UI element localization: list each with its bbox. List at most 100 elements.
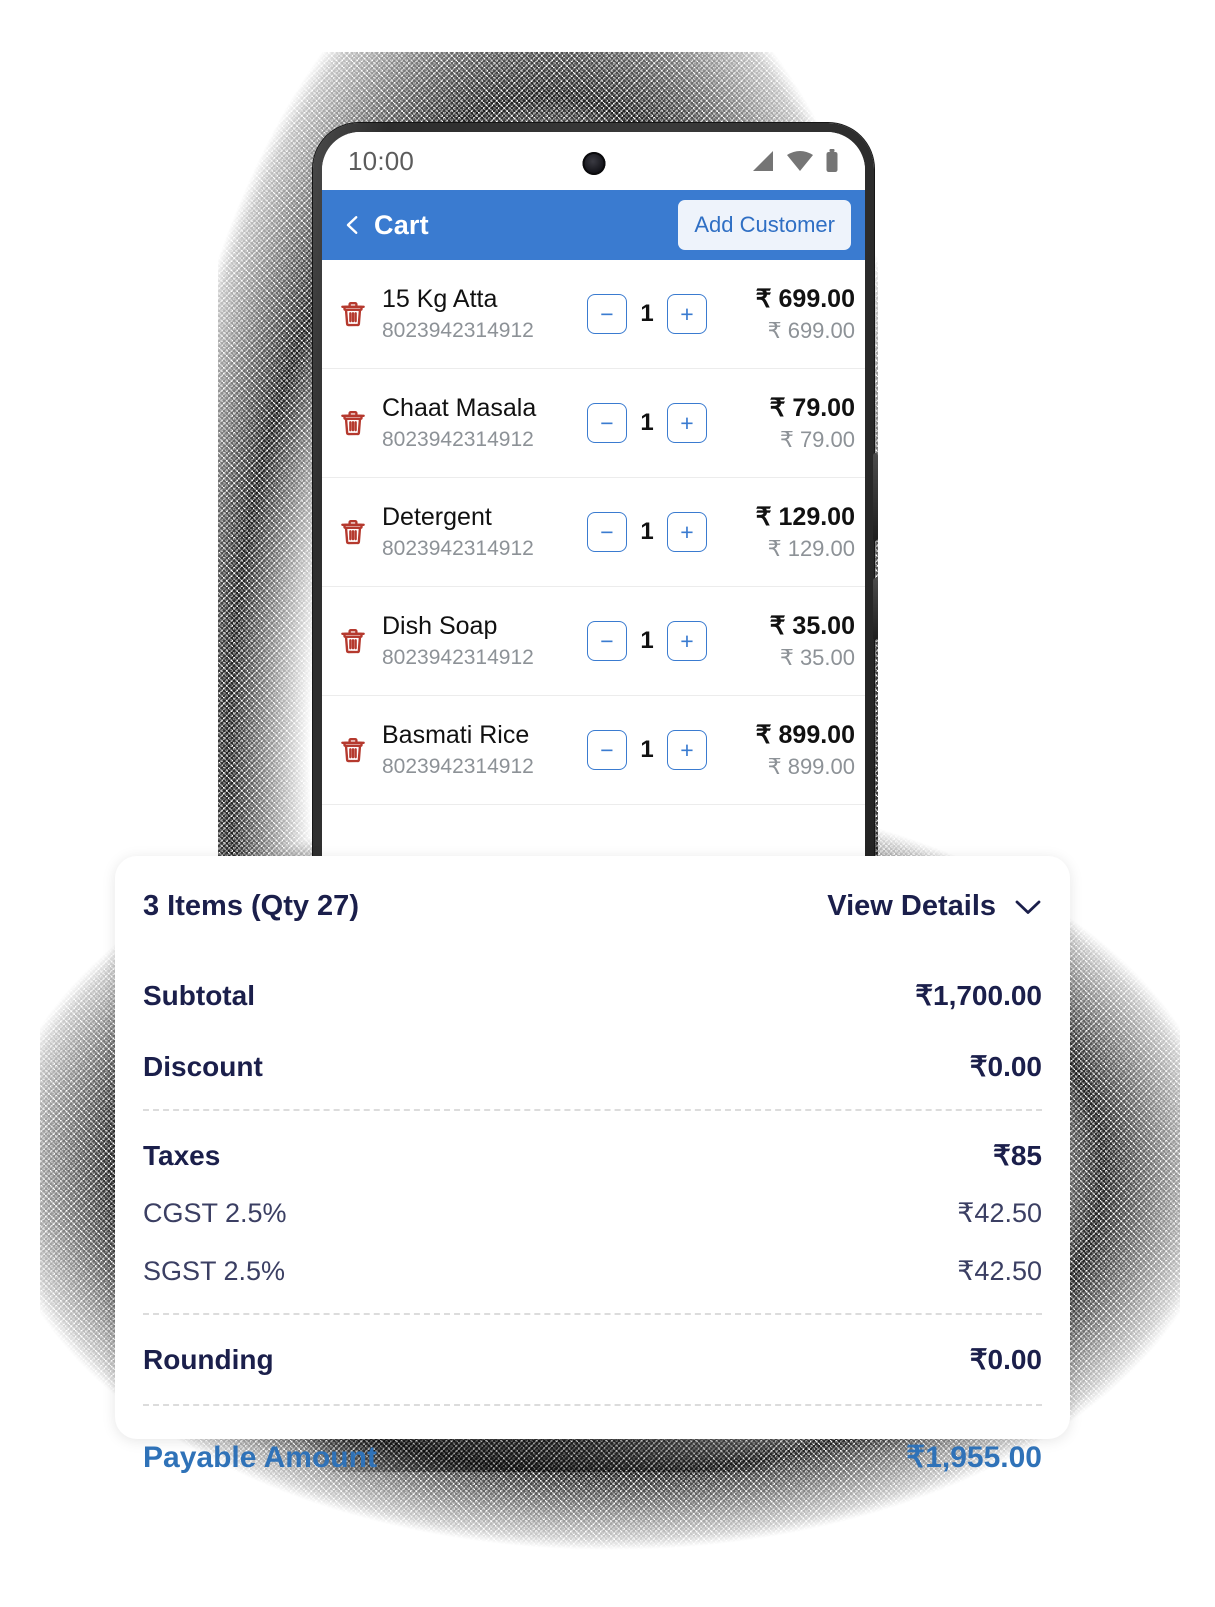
summary-row-cgst: CGST 2.5% ₹42.50 <box>143 1198 1042 1229</box>
screenshot-root: 10:00 Cart Add Customer 15 Kg Atta 802394… <box>0 0 1215 1607</box>
quantity-stepper: −1 + <box>587 512 707 552</box>
status-icons <box>749 149 839 173</box>
item-unit-price: ₹ 699.00 <box>767 318 855 343</box>
decrement-quantity-button[interactable]: − <box>587 403 627 443</box>
price-block: ₹ 699.00 ₹ 699.00 <box>756 284 859 344</box>
payable-amount-value: ₹1,955.00 <box>906 1441 1042 1474</box>
quantity-stepper: −1 + <box>587 403 707 443</box>
quantity-value: 1 <box>640 409 654 436</box>
trash-icon[interactable] <box>338 299 368 329</box>
item-name: Basmati Rice <box>382 721 530 750</box>
increment-quantity-button[interactable]: + <box>667 512 707 552</box>
item-name: Chaat Masala <box>382 394 537 423</box>
quantity-value: 1 <box>640 736 654 763</box>
item-unit-price: ₹ 35.00 <box>779 645 855 670</box>
subtotal-value: ₹1,700.00 <box>915 980 1042 1011</box>
quantity-stepper: −1 + <box>587 730 707 770</box>
cart-item-list: 15 Kg Atta 8023942314912−1 + ₹ 699.00 ₹ 699.… <box>322 260 865 805</box>
items-count-label: 3 Items (Qty 27) <box>143 890 359 922</box>
cart-item-row: Dish Soap 8023942314912 −1 + ₹ 35.00 ₹ 35.00 <box>322 587 865 696</box>
summary-row-discount: Discount ₹0.00 <box>143 1050 1042 1083</box>
quantity-value: 1 <box>640 518 654 545</box>
increment-quantity-button[interactable]: + <box>667 621 707 661</box>
increment-quantity-button[interactable]: + <box>667 730 707 770</box>
trash-icon[interactable] <box>338 408 368 438</box>
cart-item-row: 15 Kg Atta 8023942314912−1 + ₹ 699.00 ₹ 699.… <box>322 260 865 369</box>
rounding-value: ₹0.00 <box>969 1344 1042 1375</box>
trash-icon[interactable] <box>338 517 368 547</box>
status-time: 10:00 <box>348 145 415 176</box>
signal-icon <box>753 151 773 171</box>
summary-row-payable-amount: Payable Amount ₹1,955.00 <box>143 1440 1042 1475</box>
app-bar: Cart Add Customer <box>322 190 865 260</box>
summary-row-sgst: SGST 2.5% ₹42.50 <box>143 1256 1042 1287</box>
quantity-value: 1 <box>640 627 654 654</box>
power-button[interactable] <box>873 578 878 640</box>
item-name: Dish Soap <box>382 612 498 641</box>
page-title: Cart <box>374 209 429 240</box>
item-name: 15 Kg Atta <box>382 285 498 314</box>
increment-quantity-button[interactable]: + <box>667 294 707 334</box>
item-info: Dish Soap 8023942314912 <box>382 612 587 670</box>
item-unit-price: ₹ 79.00 <box>779 427 855 452</box>
chevron-down-icon <box>1015 900 1041 914</box>
discount-label: Discount <box>143 1050 263 1082</box>
battery-icon <box>826 149 838 172</box>
cart-item-row: Detergent 8023942314912−1 + ₹ 129.00 ₹ 129.0… <box>322 478 865 587</box>
quantity-stepper: −1 + <box>587 621 707 661</box>
view-details-label: View Details <box>827 890 996 922</box>
item-barcode: 8023942314912 <box>382 318 534 342</box>
taxes-value: ₹85 <box>993 1140 1042 1171</box>
item-info: 15 Kg Atta 8023942314912 <box>382 285 587 343</box>
item-total-price: ₹ 79.00 <box>769 394 855 422</box>
item-barcode: 8023942314912 <box>382 536 534 560</box>
trash-icon[interactable] <box>338 735 368 765</box>
add-customer-button[interactable]: Add Customer <box>678 200 851 250</box>
view-details-button[interactable]: View Details <box>827 890 1042 923</box>
quantity-stepper: −1 + <box>587 294 707 334</box>
increment-quantity-button[interactable]: + <box>667 403 707 443</box>
item-total-price: ₹ 35.00 <box>769 612 855 640</box>
item-barcode: 8023942314912 <box>382 754 534 778</box>
volume-button[interactable] <box>873 453 878 541</box>
item-total-price: ₹ 899.00 <box>755 721 855 749</box>
cart-item-row: Basmati Rice 8023942314912 −1 + ₹ 899.00 ₹ 89… <box>322 696 865 805</box>
sgst-value: ₹42.50 <box>957 1256 1042 1286</box>
summary-row-taxes: Taxes ₹85 <box>143 1139 1042 1172</box>
item-barcode: 8023942314912 <box>382 427 534 451</box>
rounding-label: Rounding <box>143 1343 274 1375</box>
taxes-label: Taxes <box>143 1139 221 1171</box>
summary-row-subtotal: Subtotal ₹1,700.00 <box>143 979 1042 1012</box>
price-block: ₹ 35.00 ₹ 35.00 <box>770 611 859 671</box>
item-total-price: ₹ 129.00 <box>755 503 855 531</box>
divider <box>143 1313 1042 1315</box>
summary-row-rounding: Rounding ₹0.00 <box>143 1343 1042 1376</box>
cgst-value: ₹42.50 <box>957 1198 1042 1228</box>
cart-item-row: Chaat Masala 8023942314912 −1 + ₹ 79.00 ₹ 79.… <box>322 369 865 478</box>
item-name: Detergent <box>382 503 492 532</box>
trash-icon[interactable] <box>338 626 368 656</box>
item-unit-price: ₹ 899.00 <box>767 754 855 779</box>
decrement-quantity-button[interactable]: − <box>587 294 627 334</box>
back-chevron-left-icon[interactable] <box>342 214 364 236</box>
item-info: Detergent 8023942314912 <box>382 503 587 561</box>
order-summary-card: 3 Items (Qty 27) View Details Subtotal ₹… <box>115 856 1070 1474</box>
item-total-price: ₹ 699.00 <box>755 285 855 313</box>
item-info: Basmati Rice 8023942314912 <box>382 721 587 779</box>
quantity-value: 1 <box>640 300 654 327</box>
price-block: ₹ 129.00 ₹ 129.00 <box>756 502 859 562</box>
summary-header: 3 Items (Qty 27) View Details <box>143 890 1042 923</box>
decrement-quantity-button[interactable]: − <box>587 621 627 661</box>
front-camera-icon <box>582 152 605 175</box>
cgst-label: CGST 2.5% <box>143 1198 287 1228</box>
item-unit-price: ₹ 129.00 <box>767 536 855 561</box>
decrement-quantity-button[interactable]: − <box>587 512 627 552</box>
divider <box>143 1109 1042 1111</box>
sgst-label: SGST 2.5% <box>143 1256 286 1286</box>
payable-amount-label: Payable Amount <box>143 1440 377 1474</box>
discount-value: ₹0.00 <box>969 1051 1042 1082</box>
status-bar: 10:00 <box>322 132 865 190</box>
decrement-quantity-button[interactable]: − <box>587 730 627 770</box>
item-barcode: 8023942314912 <box>382 645 534 669</box>
wifi-icon <box>787 151 813 171</box>
